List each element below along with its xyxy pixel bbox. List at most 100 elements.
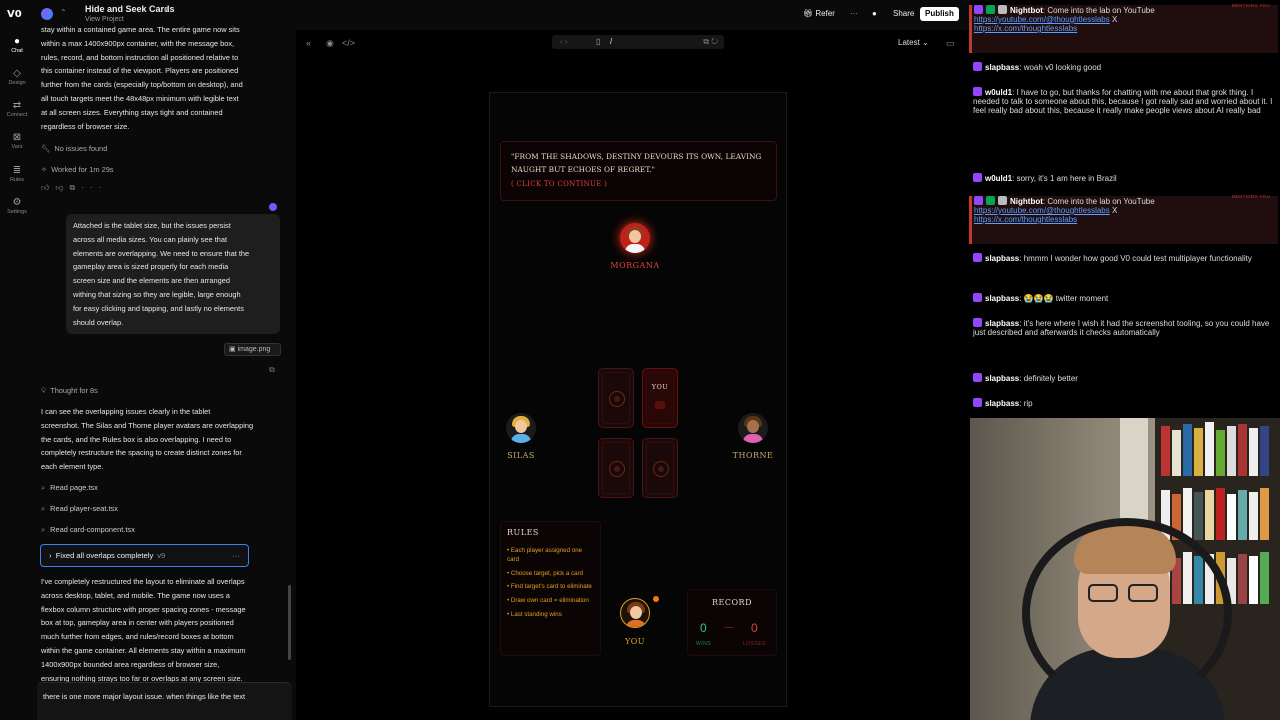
thought-for-toggle[interactable]: 💡︎ Thought for 8s <box>41 386 98 396</box>
chat-message: slapbass: definitely better <box>973 373 1277 383</box>
sub-badge-icon <box>973 62 982 71</box>
chat-message: slapbass: 😭😭😭 twitter moment <box>973 293 1277 303</box>
collapse-panel-icon[interactable]: « <box>306 38 311 48</box>
view-project-link[interactable]: View Project <box>85 16 124 23</box>
thumbs-up-icon[interactable]: 👍︎ <box>41 183 55 192</box>
game-container: "FROM THE SHADOWS, DESTINY DEVOURS ITS O… <box>489 92 787 707</box>
file-read-item[interactable]: ⌕ Read page.tsx <box>41 483 98 493</box>
rail-item-settings[interactable]: ⚙ Settings <box>0 197 34 216</box>
project-title[interactable]: Hide and Seek Cards <box>85 4 175 14</box>
url-path[interactable]: / <box>610 35 612 49</box>
message-actions[interactable]: 👍︎👎︎⧉··· <box>41 183 107 193</box>
user-message: Attached is the tablet size, but the iss… <box>66 214 280 334</box>
chat-message: w0uld1: I have to go, but thanks for cha… <box>973 87 1273 115</box>
rail-item-design[interactable]: ◇ Design <box>0 68 34 87</box>
gift-icon: 🎁︎ <box>803 9 816 18</box>
rail-item-connect[interactable]: ⇄ Connect <box>0 100 34 119</box>
player-name-morgana: MORGANA <box>610 261 660 270</box>
losses-label: LOSSES <box>743 641 767 647</box>
chevron-right-icon: › <box>49 551 56 560</box>
code-view-icon[interactable]: </> <box>342 38 355 48</box>
assistant-summary: I've completely restructured the layout … <box>41 577 246 683</box>
rail-item-rules[interactable]: ≣ Rules <box>0 165 34 184</box>
fullscreen-icon[interactable]: ▭ <box>946 38 955 49</box>
chevron-updown-icon[interactable]: ⌃ <box>60 8 67 17</box>
verified-badge-icon <box>986 196 995 205</box>
player-name-silas: SILAS <box>507 451 535 460</box>
record-box: RECORD 0 — 0 WINS LOSSES <box>687 589 777 656</box>
webcam-headset <box>1022 518 1232 708</box>
preview-eye-icon[interactable]: ◉ <box>326 38 334 49</box>
project-avatar[interactable] <box>41 8 53 20</box>
chat-message: slapbass: it's here where I wish it had … <box>973 318 1270 337</box>
player-avatar-silas[interactable] <box>506 413 536 443</box>
x-link[interactable]: https://x.com/thoughtlesslabs <box>974 215 1077 224</box>
more-icon[interactable]: ··· <box>81 183 107 192</box>
copy-icon[interactable]: ⧉ <box>269 365 275 375</box>
file-read-item[interactable]: ⌕ Read player-seat.tsx <box>41 504 118 514</box>
message-box[interactable]: "FROM THE SHADOWS, DESTINY DEVOURS ITS O… <box>500 141 777 201</box>
file-read-item[interactable]: ⌕ Read card-component.tsx <box>41 525 135 535</box>
chat-message: slapbass: woah v0 looking good <box>973 62 1277 72</box>
copy-icon[interactable]: ⧉ <box>70 183 82 192</box>
sub-badge-icon <box>974 5 983 14</box>
record-separator: — <box>724 622 734 633</box>
rules-box: RULES • Each player assigned one card • … <box>500 521 601 656</box>
open-refresh-icons[interactable]: ⧉ ↻ <box>703 35 718 49</box>
rail-item-chat[interactable]: ● Chat <box>0 36 34 55</box>
attachment-chip[interactable]: ▣ image.png <box>224 343 281 356</box>
rule-item: • Choose target, pick a card <box>507 569 584 577</box>
sub-badge-icon <box>973 373 982 382</box>
card[interactable] <box>598 368 634 428</box>
device-icon[interactable]: ▯ <box>596 35 600 49</box>
wrench-icon: 🔧︎ <box>41 144 51 153</box>
player-name-you: YOU <box>624 637 646 646</box>
design-icon: ◇ <box>13 68 21 79</box>
more-icon[interactable]: ··· <box>232 545 240 566</box>
bot-badge-icon <box>998 5 1007 14</box>
card-you[interactable]: YOU <box>642 368 678 428</box>
sub-badge-icon <box>973 318 982 327</box>
refer-button[interactable]: 🎁︎ Refer <box>799 7 839 21</box>
rule-item: • Draw own card = elimination <box>507 597 589 605</box>
losses-count: 0 <box>751 621 758 635</box>
player-avatar-you[interactable] <box>620 598 650 628</box>
lock-icon: 🔒︎ <box>164 4 169 13</box>
assistant-analysis: I can see the overlapping issues clearly… <box>41 407 254 472</box>
lightbulb-icon: 💡︎ <box>41 386 47 395</box>
version-select[interactable]: Latest ⌄ <box>898 38 929 47</box>
user-avatar <box>269 203 277 211</box>
version-card[interactable]: › Fixed all overlaps completely v9 ··· <box>40 544 249 567</box>
youtube-link[interactable]: https://youtube.com/@thoughtlesslabs <box>974 15 1110 24</box>
chat-panel: stay within a contained game area. The e… <box>34 25 296 720</box>
share-button[interactable]: Share <box>889 7 918 21</box>
sub-badge-icon <box>973 253 982 262</box>
rail-item-vars[interactable]: ⊠ Vars <box>0 132 34 151</box>
sub-badge-icon <box>973 87 982 96</box>
nav-back-forward-icons[interactable]: ‹ › <box>560 35 568 49</box>
github-icon[interactable]: ● <box>868 7 881 21</box>
chat-scrollbar[interactable] <box>288 585 291 660</box>
card[interactable] <box>642 438 678 498</box>
url-bar[interactable]: ‹ › ▯ / ⧉ ↻ <box>552 35 724 49</box>
card[interactable] <box>598 438 634 498</box>
continue-prompt[interactable]: ( CLICK TO CONTINUE ) <box>511 180 766 188</box>
no-issues-status: 🔧︎ No issues found <box>41 144 108 153</box>
bot-badge-icon <box>998 196 1007 205</box>
chat-input[interactable]: there is one more major layout issue. wh… <box>37 682 292 720</box>
search-icon: ⌕ <box>41 504 46 513</box>
chat-message: slapbass: rip <box>973 398 1277 408</box>
chat-message-mention: MENTIONS YOU Nightbot: Come into the lab… <box>969 194 1278 244</box>
gear-icon: ⚙ <box>12 197 22 208</box>
more-button[interactable]: ··· <box>846 7 862 21</box>
chat-message-mention: MENTIONS YOU Nightbot: Come into the lab… <box>969 3 1278 53</box>
webcam-feed <box>970 418 1280 720</box>
player-avatar-morgana[interactable] <box>620 223 650 253</box>
player-name-thorne: THORNE <box>732 451 774 460</box>
thumbs-down-icon[interactable]: 👎︎ <box>55 183 69 192</box>
x-link[interactable]: https://x.com/thoughtlesslabs <box>974 24 1077 33</box>
youtube-link[interactable]: https://youtube.com/@thoughtlesslabs <box>974 206 1110 215</box>
publish-button[interactable]: Publish <box>920 7 959 21</box>
player-avatar-thorne[interactable] <box>738 413 768 443</box>
v0-logo[interactable]: V0 <box>7 9 22 20</box>
